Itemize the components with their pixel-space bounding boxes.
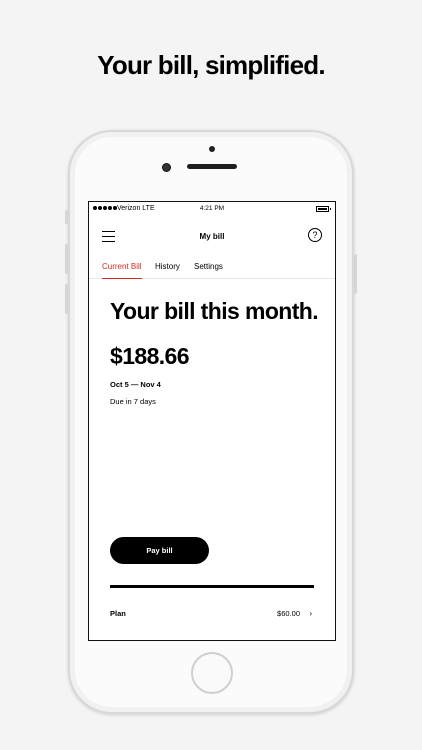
- phone-side-button: [65, 244, 68, 274]
- earpiece: [187, 164, 237, 169]
- tab-bar: Current Bill History Settings: [89, 257, 335, 279]
- home-button[interactable]: [191, 652, 233, 694]
- phone-side-button: [65, 210, 68, 224]
- battery-icon: [316, 206, 331, 212]
- nav-bar: My bill ?: [89, 224, 335, 252]
- tab-settings[interactable]: Settings: [194, 262, 223, 279]
- page-title: My bill: [199, 232, 225, 241]
- tab-history[interactable]: History: [155, 262, 180, 279]
- billing-period: Oct 5 — Nov 4: [110, 380, 161, 389]
- chevron-right-icon: ›: [309, 609, 312, 618]
- phone-frame: Verizon LTE 4:21 PM My bill ? Current Bi…: [65, 130, 357, 714]
- page-headline: Your bill, simplified.: [97, 50, 325, 80]
- section-divider: [110, 585, 314, 588]
- tab-current-bill[interactable]: Current Bill: [102, 262, 142, 279]
- due-date: Due in 7 days: [110, 397, 156, 406]
- phone-screen: Verizon LTE 4:21 PM My bill ? Current Bi…: [88, 201, 336, 641]
- plan-row[interactable]: Plan $60.00 ›: [110, 609, 314, 621]
- bill-heading: Your bill this month.: [110, 298, 319, 324]
- front-camera: [162, 163, 171, 172]
- phone-side-button: [65, 284, 68, 314]
- status-bar: Verizon LTE 4:21 PM: [89, 202, 335, 217]
- plan-label: Plan: [110, 609, 126, 618]
- question-mark-icon[interactable]: ?: [308, 228, 322, 242]
- plan-amount: $60.00: [277, 609, 300, 618]
- front-sensor: [209, 146, 215, 152]
- bill-amount: $188.66: [110, 343, 190, 369]
- phone-side-button: [354, 254, 357, 294]
- status-time: 4:21 PM: [199, 205, 225, 212]
- pay-bill-button[interactable]: Pay bill: [110, 537, 209, 564]
